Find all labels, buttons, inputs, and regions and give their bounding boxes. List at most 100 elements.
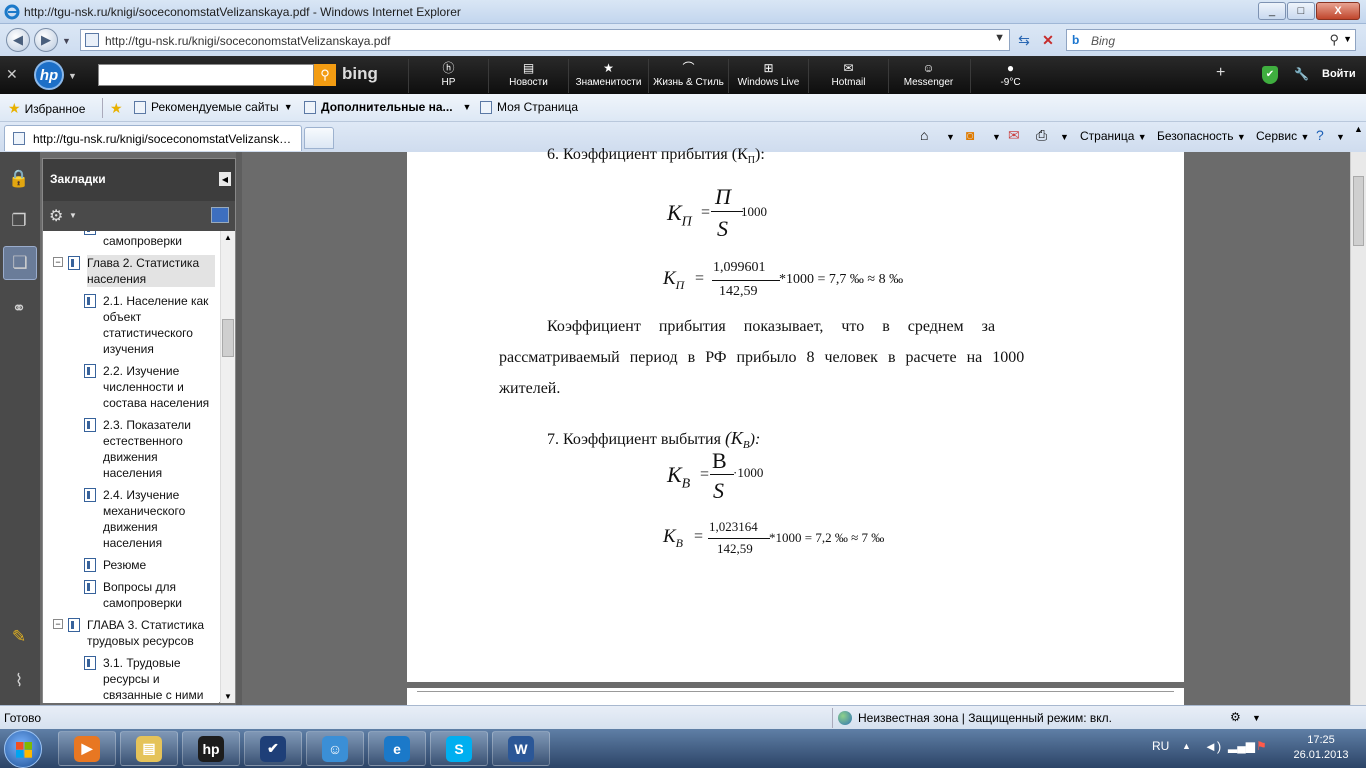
- maximize-button[interactable]: □: [1287, 2, 1315, 20]
- stop-icon[interactable]: ✕: [1038, 30, 1058, 50]
- forward-button[interactable]: ▶: [34, 28, 58, 52]
- hp-toolbar-item[interactable]: ☺ Messenger: [888, 59, 968, 93]
- hp-toolbar-item[interactable]: ▤ Новости: [488, 59, 568, 93]
- scroll-up-icon[interactable]: ▲: [224, 233, 232, 242]
- suggested-sites-link[interactable]: Рекомендуемые сайты ▼: [134, 100, 293, 114]
- chevron-down-icon[interactable]: ▼: [1336, 132, 1345, 142]
- attachments-paperclip-icon[interactable]: ⌇: [8, 670, 30, 692]
- chevron-down-icon[interactable]: ▼: [1060, 132, 1069, 142]
- home-icon[interactable]: ⌂: [920, 127, 928, 143]
- chevron-down-icon[interactable]: ▼: [946, 132, 955, 142]
- addons-link[interactable]: Дополнительные на... ▼: [304, 100, 471, 114]
- hp-toolbar-item[interactable]: ✉ Hotmail: [808, 59, 888, 93]
- bookmark-item[interactable]: − Глава 2. Статистика населения: [53, 255, 215, 287]
- hp-toolbar-item[interactable]: ★ Знаменитости: [568, 59, 648, 93]
- show-hidden-icons[interactable]: ▲: [1182, 741, 1191, 751]
- search-binoculars-icon[interactable]: ⚭: [8, 298, 30, 320]
- collapse-icon[interactable]: −: [53, 619, 63, 629]
- zoom-icon[interactable]: ⚙: [1230, 710, 1241, 724]
- new-tab-button[interactable]: [304, 127, 334, 149]
- refresh-icon[interactable]: ⇆: [1014, 30, 1034, 50]
- security-zone[interactable]: Неизвестная зона | Защищенный режим: вкл…: [838, 711, 1112, 725]
- clock[interactable]: 17:25 26.01.2013: [1282, 733, 1360, 763]
- comments-icon[interactable]: ✎: [8, 626, 30, 648]
- taskbar-app-word[interactable]: W: [492, 731, 550, 766]
- login-button[interactable]: Войти: [1322, 68, 1356, 80]
- favorites-button[interactable]: ★ Избранное: [8, 100, 85, 117]
- fraction-bar: [708, 538, 770, 539]
- bookmark-item[interactable]: Вопросы для самопроверки: [84, 579, 215, 611]
- chevron-down-icon[interactable]: ▼: [69, 211, 77, 220]
- panel-splitter[interactable]: [236, 152, 242, 705]
- taskbar-app-media-player[interactable]: ▶: [58, 731, 116, 766]
- print-icon[interactable]: ⎙: [1036, 127, 1047, 144]
- collapse-icon[interactable]: −: [53, 257, 63, 267]
- document-scrollbar[interactable]: [1350, 152, 1366, 705]
- bookmark-item[interactable]: Резюме: [84, 557, 215, 573]
- tools-menu[interactable]: Сервис ▼: [1256, 129, 1309, 143]
- bookmark-item[interactable]: 2.3. Показатели естественного движения н…: [84, 417, 215, 481]
- bookmark-item[interactable]: 3.1. Трудовые ресурсы и связанные с ними: [84, 655, 215, 703]
- action-center-icon[interactable]: ⚑: [1256, 739, 1267, 753]
- taskbar-app-messenger[interactable]: ☺: [306, 731, 364, 766]
- language-indicator[interactable]: RU: [1152, 739, 1169, 753]
- close-toolbar-icon[interactable]: ✕: [6, 66, 18, 83]
- hp-toolbar-item[interactable]: ⊞ Windows Live: [728, 59, 808, 93]
- wrench-icon[interactable]: 🔧: [1294, 67, 1309, 81]
- bookmark-item[interactable]: 2.2. Изучение численности и состава насе…: [84, 363, 215, 411]
- back-button[interactable]: ◀: [6, 28, 30, 52]
- bookmarks-icon[interactable]: ❏: [3, 246, 37, 280]
- tab-pdf[interactable]: http://tgu-nsk.ru/knigi/soceconomstatVel…: [4, 125, 302, 151]
- bing-search-button[interactable]: ⚲: [314, 64, 336, 86]
- bing-search-input[interactable]: [98, 64, 314, 86]
- security-lock-icon[interactable]: 🔒: [8, 168, 30, 190]
- close-window-button[interactable]: X: [1316, 2, 1360, 20]
- bookmark-item[interactable]: 2.4. Изучение механического движения нас…: [84, 487, 215, 551]
- chevron-down-icon[interactable]: ▼: [992, 132, 1001, 142]
- page-menu[interactable]: Страница ▼: [1080, 129, 1147, 143]
- taskbar-app-hp[interactable]: hp: [182, 731, 240, 766]
- scroll-thumb[interactable]: [222, 319, 234, 357]
- start-button[interactable]: [4, 730, 42, 768]
- pages-icon[interactable]: ❐: [8, 210, 30, 232]
- hp-logo-icon[interactable]: hp: [34, 60, 64, 90]
- chevron-down-icon[interactable]: ▼: [1252, 713, 1261, 723]
- gear-icon[interactable]: ⚙: [49, 206, 63, 226]
- network-signal-icon[interactable]: ▂▄▆: [1228, 739, 1255, 753]
- rss-feed-icon[interactable]: ◙: [966, 127, 974, 143]
- add-to-favorites-icon[interactable]: ★: [110, 100, 127, 117]
- my-page-link[interactable]: Моя Страница: [480, 100, 578, 114]
- address-field[interactable]: http://tgu-nsk.ru/knigi/soceconomstatVel…: [80, 29, 1010, 51]
- search-dropdown-icon[interactable]: ▼: [1343, 34, 1352, 44]
- taskbar-app-internet-explorer[interactable]: e: [368, 731, 426, 766]
- bookmarks-scrollbar[interactable]: ▲ ▼: [220, 231, 235, 703]
- hp-toolbar-item[interactable]: ● -9°C: [970, 59, 1050, 93]
- address-url[interactable]: http://tgu-nsk.ru/knigi/soceconomstatVel…: [105, 34, 391, 48]
- collapse-panel-icon[interactable]: ◀: [219, 172, 231, 186]
- scroll-thumb[interactable]: [1353, 176, 1364, 246]
- search-icon[interactable]: ⚲: [1329, 32, 1339, 48]
- hp-dropdown-icon[interactable]: ▼: [68, 71, 77, 81]
- help-icon[interactable]: ?: [1316, 127, 1324, 143]
- scroll-up-icon[interactable]: ▲: [1354, 124, 1363, 134]
- add-icon[interactable]: +: [1216, 64, 1225, 82]
- scroll-down-icon[interactable]: ▼: [224, 692, 232, 701]
- shield-icon[interactable]: ✔: [1262, 66, 1278, 84]
- taskbar-app-skype[interactable]: S: [430, 731, 488, 766]
- volume-icon[interactable]: ◄): [1204, 739, 1221, 754]
- bookmark-item[interactable]: − ГЛАВА 3. Статистика трудовых ресурсов: [53, 617, 215, 649]
- taskbar-app-explorer-folder[interactable]: ▤: [120, 731, 178, 766]
- search-placeholder[interactable]: Bing: [1091, 34, 1115, 48]
- bookmark-item[interactable]: самопроверки: [84, 231, 215, 249]
- history-dropdown-icon[interactable]: ▼: [62, 36, 71, 46]
- taskbar-app-hp-checkmark[interactable]: ✔: [244, 731, 302, 766]
- address-dropdown-icon[interactable]: ▼: [994, 32, 1005, 44]
- search-box[interactable]: b Bing ⚲ ▼: [1066, 29, 1356, 51]
- minimize-button[interactable]: _: [1258, 2, 1286, 20]
- hp-toolbar-item[interactable]: ⓗ HP: [408, 59, 488, 93]
- bookmark-item[interactable]: 2.1. Население как объект статистическог…: [84, 293, 215, 357]
- expand-bookmark-icon[interactable]: [211, 207, 229, 223]
- mail-icon[interactable]: ✉: [1008, 127, 1020, 144]
- safety-menu[interactable]: Безопасность ▼: [1157, 129, 1246, 143]
- hp-toolbar-item[interactable]: ⌒ Жизнь & Стиль: [648, 59, 728, 93]
